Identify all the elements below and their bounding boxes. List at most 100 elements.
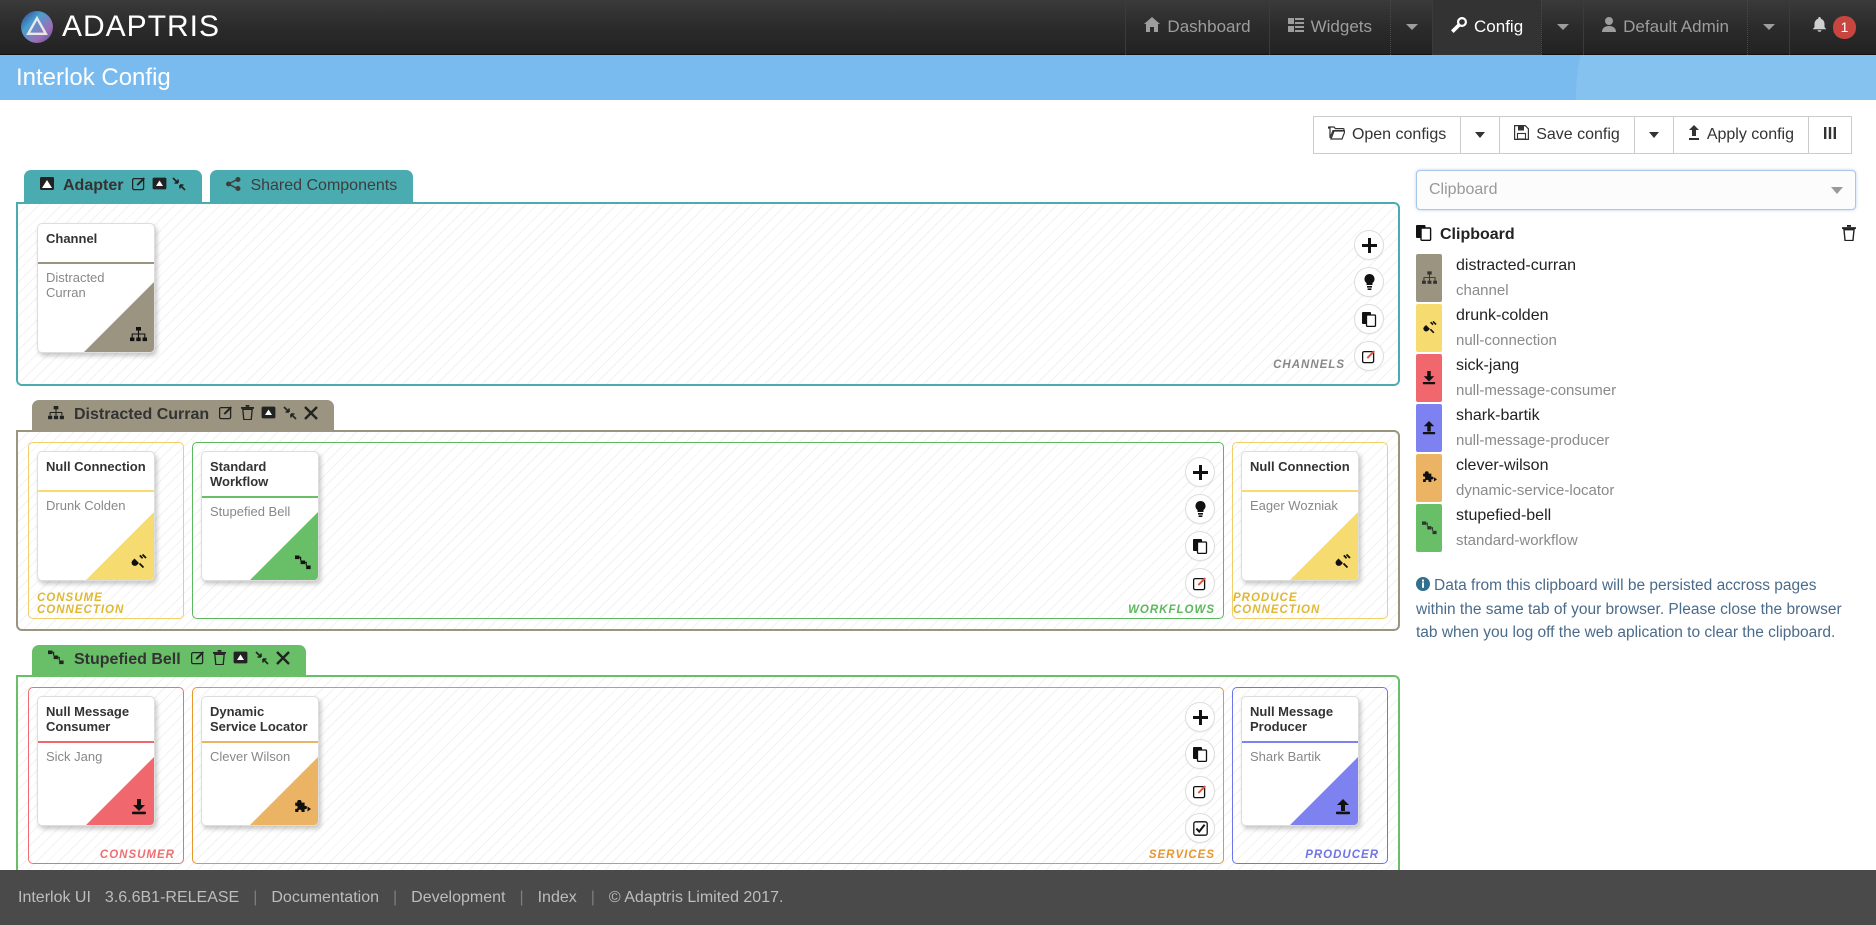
workflow-icon	[295, 555, 311, 575]
channel-panel-header[interactable]: Distracted Curran	[32, 400, 335, 430]
close-icon[interactable]	[275, 650, 290, 670]
clipboard-clear-button[interactable]	[1842, 224, 1856, 246]
tab-adapter[interactable]: Adapter	[24, 170, 203, 202]
save-config-button[interactable]: Save config	[1499, 116, 1635, 154]
card-service[interactable]: Dynamic Service Locator Clever Wilson	[201, 696, 319, 826]
brand-logo-area[interactable]: ADAPTRIS	[0, 10, 220, 44]
add-service-button[interactable]	[1185, 702, 1215, 732]
workflow-panel-header[interactable]: Stupefied Bell	[32, 645, 306, 675]
list-item[interactable]: clever-wilson dynamic-service-locator	[1416, 454, 1856, 503]
collapse-icon[interactable]	[283, 405, 297, 425]
screen-icon[interactable]	[261, 405, 276, 425]
edit-icon[interactable]	[190, 650, 206, 670]
notifications-button[interactable]: 1	[1789, 0, 1876, 55]
add-workflow-button[interactable]	[1185, 457, 1215, 487]
puzzle-icon	[1416, 454, 1442, 503]
collapse-icon[interactable]	[172, 176, 187, 196]
list-item-name: stupefied-bell	[1456, 507, 1552, 525]
list-item-type: channel	[1456, 281, 1509, 299]
config-dropdown-caret[interactable]	[1541, 0, 1583, 55]
clipboard-note-text: Data from this clipboard will be persist…	[1416, 577, 1842, 642]
open-configs-button[interactable]: Open configs	[1312, 116, 1462, 154]
close-icon[interactable]	[304, 405, 319, 425]
nav-item-widgets[interactable]: Widgets	[1268, 0, 1390, 55]
user-dropdown-caret[interactable]	[1747, 0, 1789, 55]
edit-icon[interactable]	[219, 405, 234, 425]
folder-open-icon	[1327, 125, 1346, 145]
paste-icon[interactable]	[1185, 531, 1215, 561]
card-produce-connection[interactable]: Null Connection Eager Wozniak	[1241, 451, 1359, 581]
config-canvas: Adapter Shared Components Channel Distra…	[0, 170, 1416, 888]
save-config-label: Save config	[1536, 126, 1620, 143]
list-item[interactable]: stupefied-bell standard-workflow	[1416, 504, 1856, 553]
columns-toggle-button[interactable]	[1808, 116, 1852, 154]
screen-icon[interactable]	[233, 650, 248, 670]
edit-icon[interactable]	[1354, 341, 1384, 371]
workflow-icon	[1416, 504, 1442, 553]
card-title: Null Connection	[46, 459, 146, 474]
list-item-name: drunk-colden	[1456, 307, 1549, 325]
edit-icon[interactable]	[1185, 568, 1215, 598]
page-footer: Interlok UI 3.6.6B1-RELEASE | Documentat…	[0, 870, 1876, 925]
footer-link-index[interactable]: Index	[538, 889, 577, 907]
footer-divider: |	[590, 888, 595, 906]
adapter-panel-body: Channel Distracted Curran CHANNELS	[16, 202, 1400, 386]
widgets-dropdown-caret[interactable]	[1390, 0, 1432, 55]
nav-item-config[interactable]: Config	[1432, 0, 1542, 55]
paste-icon[interactable]	[1354, 304, 1384, 334]
card-subtitle: Drunk Colden	[46, 498, 126, 513]
chevron-down-icon	[1831, 186, 1843, 194]
trash-icon[interactable]	[212, 650, 226, 670]
top-navbar: ADAPTRIS Dashboard Widgets Config Defaul…	[0, 0, 1876, 55]
nav-item-dashboard[interactable]: Dashboard	[1125, 0, 1268, 55]
edit-icon[interactable]	[1185, 776, 1215, 806]
bulb-icon[interactable]	[1354, 267, 1384, 297]
paste-icon[interactable]	[1185, 739, 1215, 769]
list-item-texts: distracted-curran channel	[1442, 254, 1576, 302]
channel-header-actions	[219, 405, 319, 425]
decorative-circle	[1576, 55, 1876, 100]
info-icon	[1416, 575, 1430, 598]
home-icon	[1144, 17, 1161, 37]
list-item[interactable]: sick-jang null-message-consumer	[1416, 354, 1856, 403]
card-channel[interactable]: Channel Distracted Curran	[37, 223, 155, 353]
open-configs-caret-button[interactable]	[1460, 116, 1501, 154]
upload-icon	[1335, 799, 1351, 820]
check-icon[interactable]	[1185, 813, 1215, 843]
list-item-texts: drunk-colden null-connection	[1442, 304, 1557, 352]
edit-icon[interactable]	[132, 176, 147, 196]
trash-icon[interactable]	[241, 405, 255, 425]
nav-label-user: Default Admin	[1623, 17, 1729, 36]
list-item[interactable]: distracted-curran channel	[1416, 254, 1856, 303]
clipboard-sidebar: Clipboard Clipboard distracted-curran ch…	[1416, 170, 1876, 644]
list-item[interactable]: drunk-colden null-connection	[1416, 304, 1856, 353]
columns-icon	[1823, 126, 1837, 145]
save-config-caret-button[interactable]	[1633, 116, 1674, 154]
list-item[interactable]: shark-bartik null-message-producer	[1416, 404, 1856, 453]
tab-shared-components[interactable]: Shared Components	[210, 170, 414, 202]
bulb-icon[interactable]	[1185, 494, 1215, 524]
adapter-tab-actions	[132, 176, 187, 196]
card-consumer[interactable]: Null Message Consumer Sick Jang	[37, 696, 155, 826]
nav-item-user[interactable]: Default Admin	[1583, 0, 1747, 55]
screen-icon[interactable]	[152, 176, 167, 196]
card-consume-connection[interactable]: Null Connection Drunk Colden	[37, 451, 155, 581]
channel-panel: Distracted Curran Null Connection Drunk …	[16, 398, 1400, 631]
clipboard-select[interactable]: Clipboard	[1416, 170, 1856, 210]
footer-link-development[interactable]: Development	[411, 889, 505, 907]
consume-connection-slot: Null Connection Drunk Colden CONSUME CON…	[28, 442, 184, 619]
footer-link-documentation[interactable]: Documentation	[271, 889, 379, 907]
list-item-texts: sick-jang null-message-consumer	[1442, 354, 1616, 402]
add-channel-button[interactable]	[1354, 230, 1384, 260]
wrench-icon	[1451, 16, 1467, 38]
collapse-icon[interactable]	[255, 650, 269, 670]
apply-config-button[interactable]: Apply config	[1672, 116, 1809, 154]
upload-arrow-icon	[1688, 125, 1700, 145]
card-workflow[interactable]: Standard Workflow Stupefied Bell	[201, 451, 319, 581]
card-producer[interactable]: Null Message Producer Shark Bartik	[1241, 696, 1359, 826]
workflow-panel-title: Stupefied Bell	[74, 651, 181, 668]
clipboard-note: Data from this clipboard will be persist…	[1416, 574, 1856, 644]
workflow-icon	[48, 650, 64, 670]
adapter-icon	[40, 177, 54, 195]
list-item-type: null-message-consumer	[1456, 381, 1617, 399]
